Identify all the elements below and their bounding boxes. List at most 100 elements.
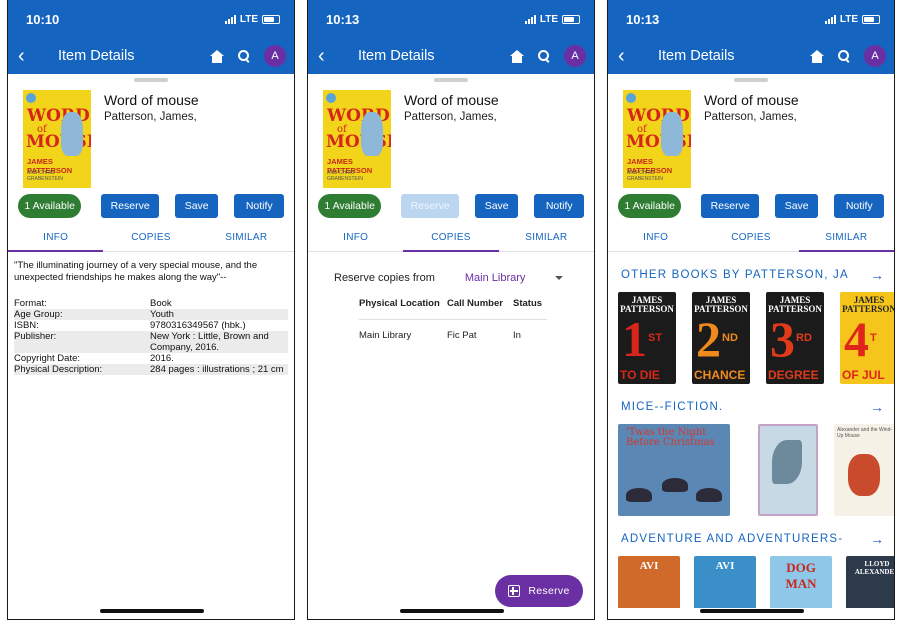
book-author[interactable]: Patterson, James, bbox=[704, 111, 799, 123]
library-select[interactable]: Main Library bbox=[465, 272, 526, 284]
thumb-suffix: RD bbox=[796, 332, 812, 344]
book-cover-thumbnail[interactable]: JAMES PATTERSON 1 ST TO DIE bbox=[618, 292, 676, 384]
reserve-button-disabled: Reserve bbox=[401, 194, 459, 218]
reserve-fab-label: Reserve bbox=[528, 585, 570, 597]
save-button[interactable]: Save bbox=[474, 194, 519, 218]
reserve-button[interactable]: Reserve bbox=[101, 194, 159, 218]
book-title: Word of mouse bbox=[704, 92, 799, 108]
section-heading: ADVENTURE AND ADVENTURERS- bbox=[621, 533, 844, 545]
tab-info[interactable]: INFO bbox=[608, 224, 703, 251]
back-icon[interactable]: ‹ bbox=[618, 46, 642, 66]
book-cover: WORD of MOUSE JAMES PATTERSON AND CHRIS … bbox=[23, 90, 91, 188]
avatar[interactable]: A bbox=[864, 45, 886, 67]
search-icon[interactable] bbox=[838, 50, 850, 62]
notify-button[interactable]: Notify bbox=[234, 194, 284, 218]
status-bar: 10:13 LTE bbox=[608, 0, 894, 38]
copies-table: Physical Location Call Number Status Mai… bbox=[359, 298, 547, 341]
book-cover-thumbnail[interactable]: JAMES PATTERSON 4 T OF JUL bbox=[840, 292, 894, 384]
mouse-illustration bbox=[848, 454, 880, 496]
status-bar: 10:10 LTE bbox=[8, 0, 294, 38]
home-indicator[interactable] bbox=[100, 609, 204, 613]
book-cover-thumbnail[interactable]: 'Twas the Night Before Christmas bbox=[618, 424, 730, 516]
book-cover-thumbnail[interactable]: DOG MAN bbox=[770, 556, 832, 608]
back-icon[interactable]: ‹ bbox=[318, 46, 342, 66]
thumb-caption: DOG MAN bbox=[785, 560, 817, 591]
tab-info[interactable]: INFO bbox=[308, 224, 403, 251]
similar-section-header[interactable]: OTHER BOOKS BY PATTERSON, JA → bbox=[608, 266, 894, 284]
home-icon[interactable] bbox=[510, 49, 524, 63]
notify-button[interactable]: Notify bbox=[834, 194, 884, 218]
book-cover: WORD of MOUSE JAMES PATTERSON AND CHRIS … bbox=[323, 90, 391, 188]
battery-icon bbox=[262, 14, 280, 24]
thumb-subtitle: OF JUL bbox=[842, 368, 885, 382]
tab-similar[interactable]: SIMILAR bbox=[499, 224, 594, 251]
book-header: WORD of MOUSE JAMES PATTERSON AND CHRIS … bbox=[608, 82, 894, 188]
arrow-right-icon[interactable]: → bbox=[870, 267, 884, 283]
avatar[interactable]: A bbox=[264, 45, 286, 67]
availability-badge[interactable]: 1 Available bbox=[18, 194, 82, 218]
chevron-down-icon[interactable] bbox=[555, 276, 564, 280]
book-header: WORD of MOUSE JAMES PATTERSON AND CHRIS … bbox=[8, 82, 294, 188]
back-icon[interactable]: ‹ bbox=[18, 46, 42, 66]
search-icon[interactable] bbox=[238, 50, 250, 62]
home-indicator[interactable] bbox=[700, 609, 804, 613]
reserve-fab[interactable]: Reserve bbox=[495, 575, 583, 607]
detail-tabs: INFO COPIES SIMILAR bbox=[308, 224, 594, 252]
availability-badge[interactable]: 1 Available bbox=[618, 194, 682, 218]
info-value: Youth bbox=[150, 309, 288, 320]
search-icon[interactable] bbox=[538, 50, 550, 62]
book-header: WORD of MOUSE JAMES PATTERSON AND CHRIS … bbox=[308, 82, 594, 188]
tab-similar[interactable]: SIMILAR bbox=[199, 224, 294, 251]
action-row: 1 Available Reserve Save Notify bbox=[8, 188, 294, 220]
reserve-button[interactable]: Reserve bbox=[701, 194, 759, 218]
info-row: Publisher: New York : Little, Brown and C… bbox=[14, 331, 288, 353]
tab-copies[interactable]: COPIES bbox=[703, 224, 798, 251]
action-row: 1 Available Reserve Save Notify bbox=[308, 188, 594, 220]
section-heading: OTHER BOOKS BY PATTERSON, JA bbox=[621, 269, 849, 281]
home-indicator[interactable] bbox=[400, 609, 504, 613]
reserve-from-label: Reserve copies from bbox=[334, 272, 435, 284]
signal-icon bbox=[524, 14, 536, 24]
similar-section-header[interactable]: ADVENTURE AND ADVENTURERS- → bbox=[608, 530, 894, 548]
book-cover-thumbnail[interactable]: JAMES PATTERSON 2 ND CHANCE bbox=[692, 292, 750, 384]
book-cover-thumbnail[interactable]: LLOYD ALEXANDER bbox=[846, 556, 894, 608]
arrow-right-icon[interactable]: → bbox=[870, 531, 884, 547]
book-cover-thumbnail[interactable]: AVI bbox=[618, 556, 680, 608]
cell-status: In bbox=[513, 330, 521, 341]
availability-badge[interactable]: 1 Available bbox=[318, 194, 382, 218]
book-cover-thumbnail[interactable] bbox=[758, 424, 818, 516]
notify-button[interactable]: Notify bbox=[534, 194, 584, 218]
arrow-right-icon[interactable]: → bbox=[870, 399, 884, 415]
battery-icon bbox=[862, 14, 880, 24]
home-icon[interactable] bbox=[810, 49, 824, 63]
info-value: 9780316349567 (hbk.) bbox=[150, 320, 246, 331]
info-value: Book bbox=[150, 298, 172, 309]
save-button[interactable]: Save bbox=[174, 194, 219, 218]
tab-copies[interactable]: COPIES bbox=[403, 224, 499, 252]
app-bar: ‹ Item Details A bbox=[308, 38, 594, 74]
info-key: Format: bbox=[14, 298, 47, 309]
bat-illustration bbox=[626, 488, 652, 502]
tab-info[interactable]: INFO bbox=[8, 224, 104, 252]
network-label: LTE bbox=[239, 13, 258, 25]
similar-section-header[interactable]: MICE--FICTION. → bbox=[608, 398, 894, 416]
save-button[interactable]: Save bbox=[774, 194, 819, 218]
cover-carousel: 'Twas the Night Before Christmas Alexand… bbox=[608, 416, 894, 524]
info-row: Age Group: Youth bbox=[14, 309, 288, 320]
book-cover-thumbnail[interactable]: JAMES PATTERSON 3 RD DEGREE bbox=[766, 292, 824, 384]
tab-copies[interactable]: COPIES bbox=[103, 224, 198, 251]
book-author[interactable]: Patterson, James, bbox=[104, 111, 199, 123]
home-icon[interactable] bbox=[210, 49, 224, 63]
thumb-number: 4 bbox=[844, 311, 869, 367]
column-header-status: Status bbox=[513, 298, 543, 309]
book-cover-thumbnail[interactable]: AVI bbox=[694, 556, 756, 608]
info-table: Format: Book Age Group: Youth ISBN: 9780316… bbox=[14, 298, 288, 375]
info-key: Age Group: bbox=[14, 309, 150, 320]
phone-similar-tab: 10:13 LTE ‹ Item Details A WORD of MOUSE bbox=[607, 0, 895, 620]
tab-similar[interactable]: SIMILAR bbox=[798, 224, 894, 252]
book-cover-thumbnail[interactable]: Alexander and the Wind-Up Mouse bbox=[834, 424, 894, 516]
phone-info-tab: 10:10 LTE ‹ Item Details A WORD of MOUSE bbox=[7, 0, 295, 620]
avatar[interactable]: A bbox=[564, 45, 586, 67]
thumb-subtitle: CHANCE bbox=[694, 368, 746, 382]
book-author[interactable]: Patterson, James, bbox=[404, 111, 499, 123]
